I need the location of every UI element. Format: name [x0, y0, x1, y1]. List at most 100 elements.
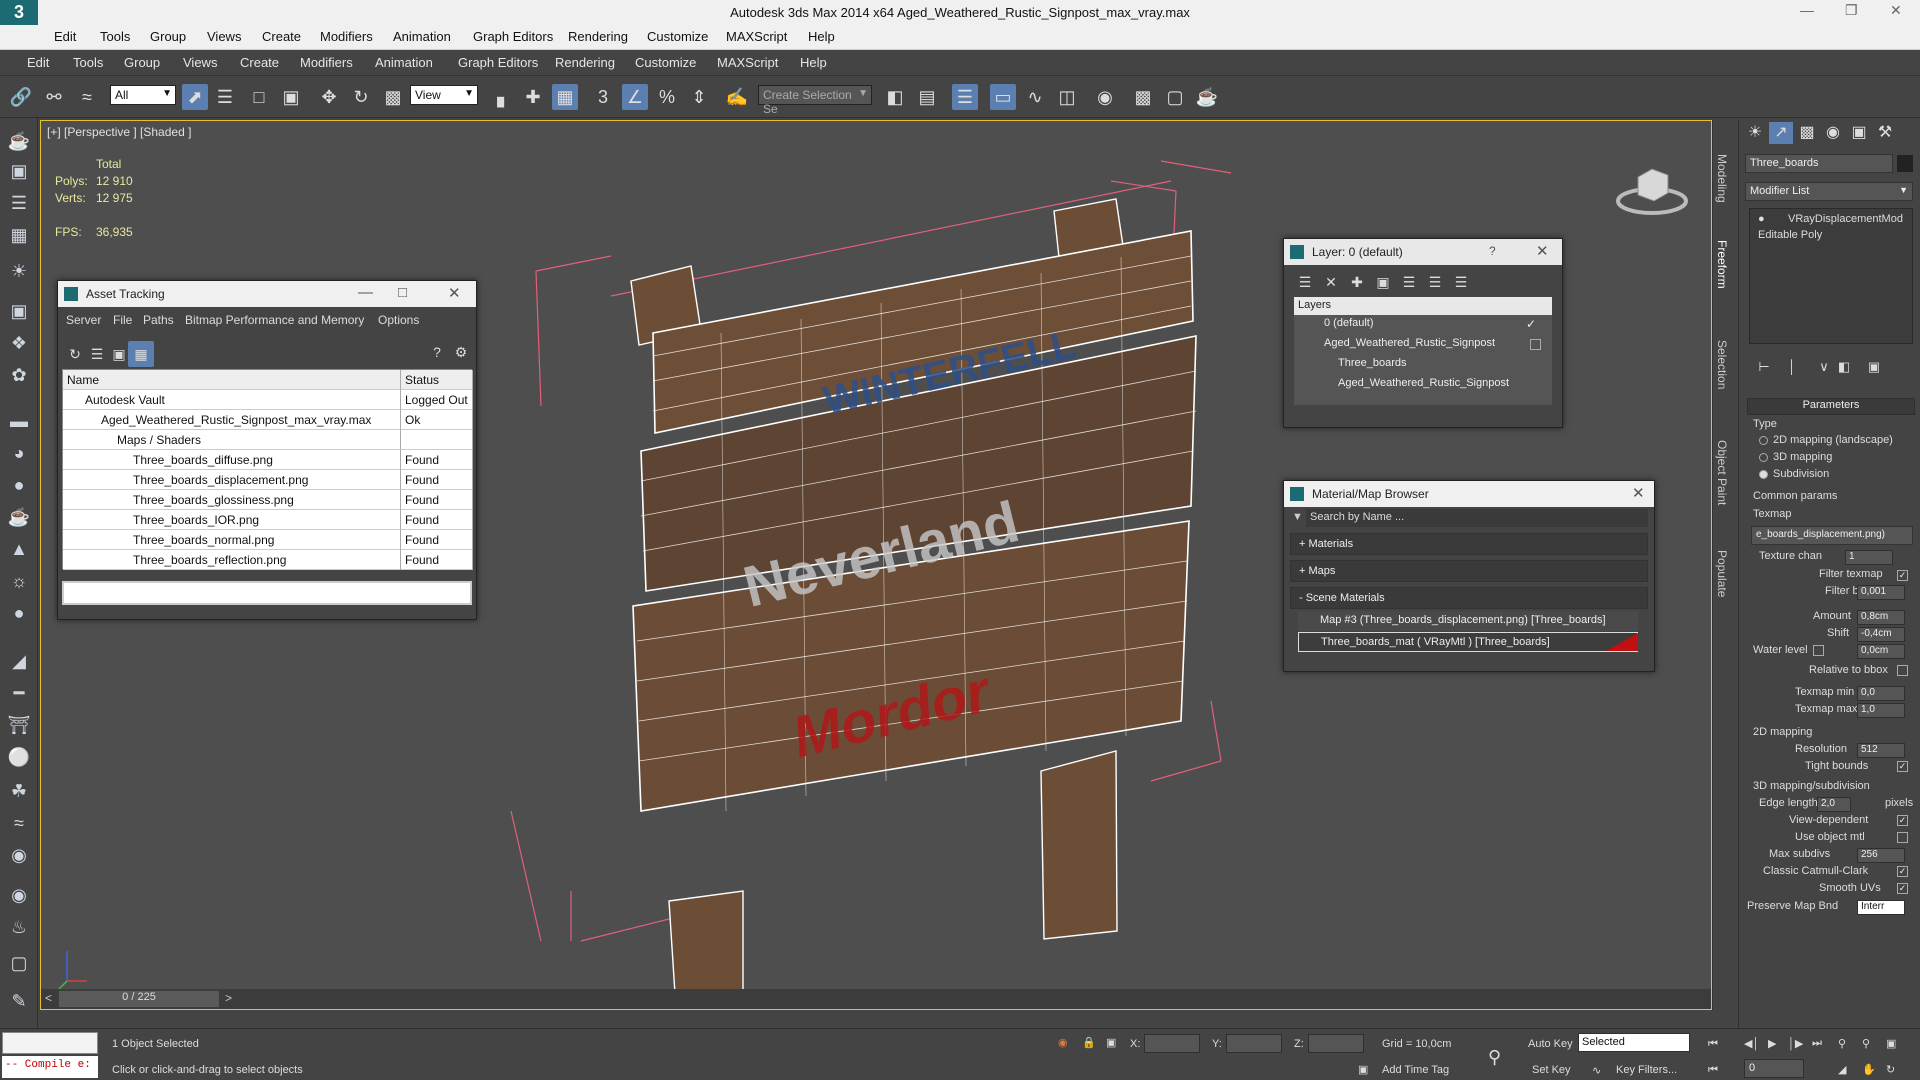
time-slider[interactable]: < 0 / 225 > [41, 989, 1711, 1009]
shift-field[interactable]: -0,4cm [1857, 627, 1905, 642]
menu-help[interactable]: Help [800, 55, 827, 70]
menu-arrow-icon[interactable]: ▼ [1292, 511, 1303, 523]
select-object-icon[interactable]: ⬈ [182, 84, 208, 110]
layer-checkbox[interactable] [1530, 339, 1541, 350]
stack-item-editable-poly[interactable]: Editable Poly [1758, 229, 1822, 241]
radio-subdivision[interactable] [1759, 470, 1768, 479]
select-and-scale-icon[interactable]: ▩ [380, 84, 406, 110]
menu-customize[interactable]: Customize [635, 55, 696, 70]
max-subdivs-field[interactable]: 256 [1857, 848, 1905, 863]
water-level-field[interactable]: 0,0cm [1857, 644, 1905, 659]
zoom-icon[interactable]: ⚲ [1838, 1037, 1846, 1050]
sphere-icon[interactable]: ● [6, 472, 32, 498]
title-menu-modifiers[interactable]: Modifiers [320, 29, 373, 44]
dome-icon[interactable]: ◕ [6, 440, 32, 466]
go-to-end-icon[interactable]: ⏭ [1812, 1037, 1822, 1050]
pan-view-icon[interactable]: ✋ [1862, 1063, 1876, 1076]
material-search-input[interactable]: Search by Name ... [1306, 509, 1648, 527]
title-menu-customize[interactable]: Customize [647, 29, 708, 44]
view-dependent-checkbox[interactable]: ✓ [1897, 815, 1908, 826]
utilities-tab-icon[interactable]: ⚒ [1873, 122, 1897, 144]
layer-window-title[interactable]: Layer: 0 (default) [1284, 239, 1562, 265]
toggle-ribbon-icon[interactable]: ▭ [990, 84, 1016, 110]
menu-group[interactable]: Group [124, 55, 160, 70]
viewcube[interactable] [1616, 161, 1688, 221]
reference-coordinate-dropdown[interactable]: View ▼ [410, 85, 478, 105]
pipe-icon[interactable]: ━ [6, 680, 32, 706]
angle-snap-icon[interactable]: ∠ [622, 84, 648, 110]
mirror-icon[interactable]: ◧ [882, 84, 908, 110]
cloth-icon[interactable]: ◉ [6, 842, 32, 868]
snaps-toggle-icon[interactable]: 3 [590, 84, 616, 110]
smooth-uvs-checkbox[interactable]: ✓ [1897, 883, 1908, 894]
menu-maxscript[interactable]: MAXScript [717, 55, 778, 70]
at-menu-options[interactable]: Options [378, 313, 419, 327]
select-manipulate-icon[interactable]: ✚ [520, 84, 546, 110]
title-menu-views[interactable]: Views [207, 29, 241, 44]
app-logo-icon[interactable]: 3 [0, 0, 38, 25]
title-menu-maxscript[interactable]: MAXScript [726, 29, 787, 44]
material-browser-title[interactable]: Material/Map Browser [1284, 481, 1654, 507]
table-row[interactable]: Three_boards_IOR.png Found [63, 510, 473, 530]
title-menu-tools[interactable]: Tools [100, 29, 130, 44]
menu-edit[interactable]: Edit [27, 55, 49, 70]
ribbon-tab-selection[interactable]: Selection [1715, 340, 1729, 389]
lock-selection-icon[interactable]: 🔒 [1082, 1036, 1096, 1049]
absolute-mode-icon[interactable]: ▣ [1106, 1036, 1116, 1049]
select-and-move-icon[interactable]: ✥ [316, 84, 342, 110]
hair-fur-icon[interactable]: ≈ [6, 810, 32, 836]
keyboard-shortcut-override-icon[interactable]: ▦ [552, 84, 578, 110]
add-time-tag-button[interactable]: Add Time Tag [1382, 1064, 1449, 1076]
use-object-mtl-checkbox[interactable] [1897, 832, 1908, 843]
title-menu-rendering[interactable]: Rendering [568, 29, 628, 44]
lightbulb-icon[interactable]: ● [1758, 213, 1765, 225]
group-materials[interactable]: + Materials [1290, 533, 1648, 555]
ribbon-tab-modeling[interactable]: Modeling [1715, 154, 1729, 203]
time-tag-icon[interactable]: ▣ [1358, 1063, 1368, 1076]
title-menu-edit[interactable]: Edit [54, 29, 76, 44]
texmap-button[interactable]: e_boards_displacement.png) [1751, 526, 1913, 545]
rectangular-selection-icon[interactable]: □ [246, 84, 272, 110]
radio-3d-mapping[interactable] [1759, 453, 1768, 462]
stack-item-vray-displacement[interactable]: VRayDisplacementMod [1788, 213, 1903, 225]
table-row[interactable]: Three_boards_diffuse.png Found [63, 450, 473, 470]
motion-tab-icon[interactable]: ◉ [1821, 122, 1845, 144]
rendered-frame-window-icon[interactable]: ▢ [1162, 84, 1188, 110]
key-filters-button[interactable]: Key Filters... [1616, 1064, 1677, 1076]
object-color-swatch[interactable] [1897, 155, 1913, 172]
help-icon[interactable]: ? [424, 339, 450, 365]
close-icon[interactable]: ✕ [1890, 2, 1902, 19]
menu-tools[interactable]: Tools [73, 55, 103, 70]
time-next-icon[interactable]: > [225, 991, 232, 1005]
title-menu-create[interactable]: Create [262, 29, 301, 44]
menu-views[interactable]: Views [183, 55, 217, 70]
cone-icon[interactable]: ▲ [6, 536, 32, 562]
create-layer-icon[interactable]: ☰ [1292, 269, 1318, 295]
modify-tab-icon[interactable]: ↗ [1769, 122, 1793, 144]
render-setup-icon[interactable]: ▩ [1130, 84, 1156, 110]
render-production-icon[interactable]: ☕ [1194, 84, 1220, 110]
set-key-button[interactable]: Set Key [1532, 1064, 1571, 1076]
skeleton-icon[interactable]: ⛩ [6, 712, 32, 738]
ribbon-tab-object-paint[interactable]: Object Paint [1715, 440, 1729, 505]
add-to-layer-icon[interactable]: ✚ [1344, 269, 1370, 295]
water-level-checkbox[interactable] [1813, 645, 1824, 656]
tight-bounds-checkbox[interactable]: ✓ [1897, 761, 1908, 772]
hide-layers-icon[interactable]: ☰ [1422, 269, 1448, 295]
at-menu-server[interactable]: Server [66, 313, 101, 327]
current-frame-field[interactable]: 0 [1744, 1059, 1804, 1078]
key-mode-dropdown[interactable]: Selected [1578, 1033, 1690, 1052]
select-layer-objects-icon[interactable]: ▣ [1370, 269, 1396, 295]
world-icon[interactable]: ◉ [6, 882, 32, 908]
freeze-layers-icon[interactable]: ☰ [1448, 269, 1474, 295]
go-to-start-icon[interactable]: ⏮ [1708, 1038, 1718, 1051]
plant-icon[interactable]: ☘ [6, 778, 32, 804]
maxscript-listener[interactable]: -- Compile e: [2, 1056, 98, 1078]
menu-rendering[interactable]: Rendering [555, 55, 615, 70]
pivot-center-icon[interactable]: ▗ [484, 84, 510, 110]
group-maps[interactable]: + Maps [1290, 560, 1648, 582]
texmap-max-field[interactable]: 1,0 [1857, 703, 1905, 718]
texture-chan-field[interactable]: 1 [1845, 550, 1893, 565]
layer-row[interactable]: Three_boards [1294, 355, 1552, 375]
filter-texmap-checkbox[interactable]: ✓ [1897, 570, 1908, 581]
